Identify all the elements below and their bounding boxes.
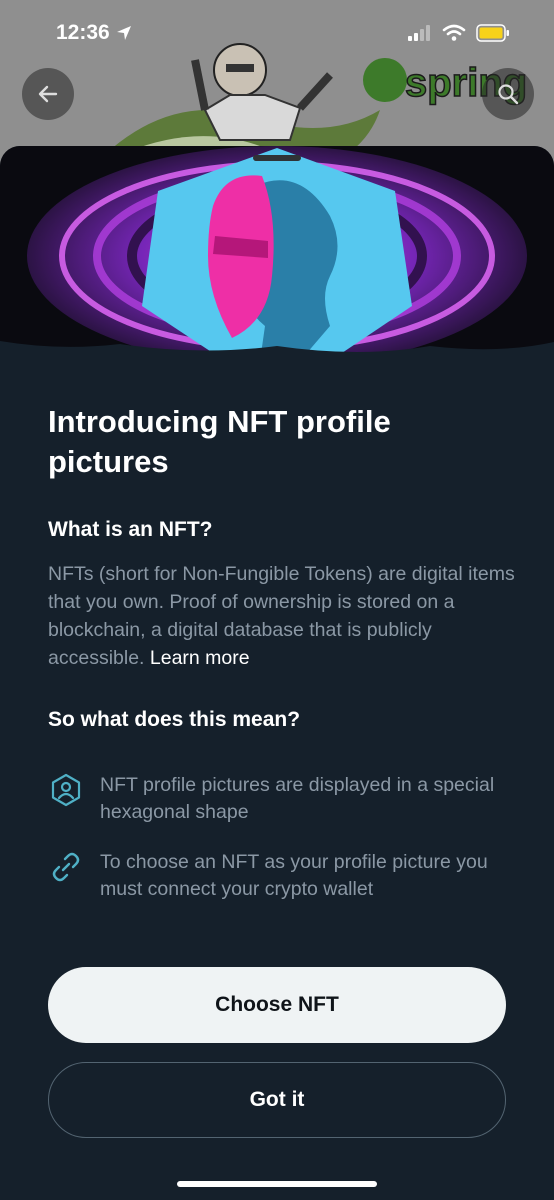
bullet-connect-wallet: To choose an NFT as your profile picture… xyxy=(48,849,518,903)
sheet-grabber-handle[interactable] xyxy=(253,155,301,161)
back-button[interactable] xyxy=(22,68,74,120)
status-time: 12:36 xyxy=(56,21,110,44)
link-icon xyxy=(52,852,80,882)
learn-more-link[interactable]: Learn more xyxy=(150,647,250,669)
bullet-hexagon-shape: NFT profile pictures are displayed in a … xyxy=(48,772,518,826)
wifi-icon xyxy=(442,24,466,41)
status-time-group: 12:36 xyxy=(56,21,132,45)
bullet-hexagon-text: NFT profile pictures are displayed in a … xyxy=(100,774,495,823)
battery-icon xyxy=(476,24,509,42)
got-it-button[interactable]: Got it xyxy=(48,1062,506,1138)
what-is-nft-heading: What is an NFT? xyxy=(48,518,213,541)
cellular-signal-icon xyxy=(408,25,430,41)
location-arrow-icon xyxy=(116,26,131,40)
back-arrow-icon xyxy=(38,85,58,103)
home-indicator[interactable] xyxy=(177,1181,377,1187)
sheet-title: Introducing NFT profile pictures xyxy=(48,404,391,479)
what-is-nft-text: NFTs (short for Non-Fungible Tokens) are… xyxy=(48,563,515,669)
search-icon xyxy=(498,84,519,105)
status-icons xyxy=(408,24,510,42)
search-button[interactable] xyxy=(482,68,534,120)
status-bar: 12:36 xyxy=(0,0,554,66)
what-is-nft-body: NFTs (short for Non-Fungible Tokens) are… xyxy=(48,560,518,672)
nft-hero-illustration xyxy=(0,146,554,361)
bullet-wallet-text: To choose an NFT as your profile picture… xyxy=(100,851,488,900)
hexagon-profile-icon xyxy=(51,773,81,807)
nft-intro-sheet: Introducing NFT profile pictures What is… xyxy=(0,146,554,1200)
choose-nft-button[interactable]: Choose NFT xyxy=(48,967,506,1043)
what-does-this-mean-heading: So what does this mean? xyxy=(48,708,301,731)
